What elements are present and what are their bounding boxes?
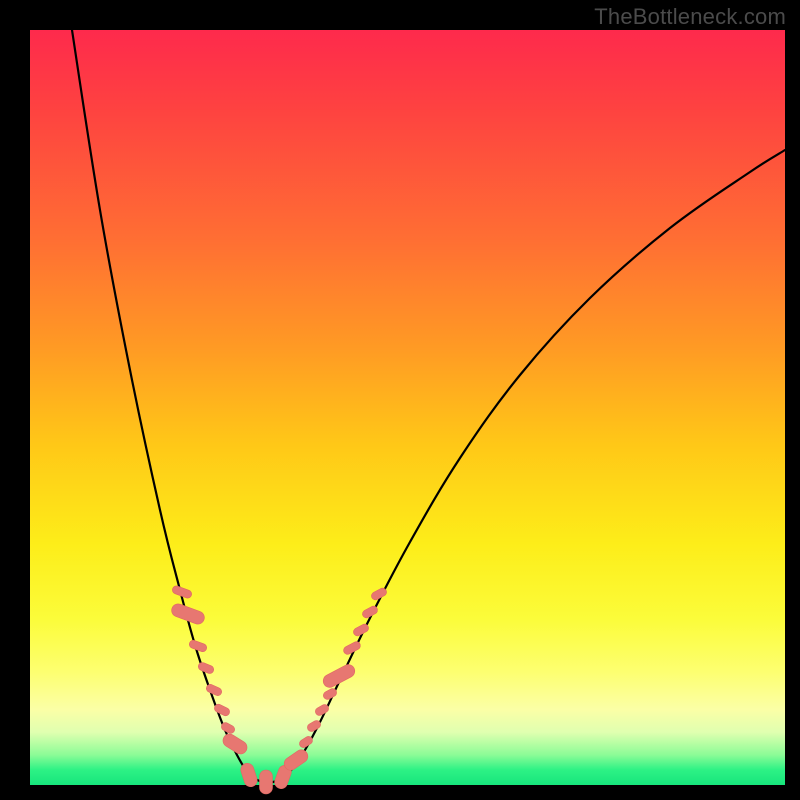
data-marker	[239, 762, 259, 789]
watermark-text: TheBottleneck.com	[594, 4, 786, 30]
curve-svg	[30, 30, 785, 785]
data-marker	[188, 639, 208, 653]
chart-frame: TheBottleneck.com	[0, 0, 800, 800]
bottleneck-curve	[72, 30, 785, 783]
data-marker	[197, 661, 215, 674]
data-markers	[170, 585, 388, 794]
plot-area	[30, 30, 785, 785]
data-marker	[260, 770, 273, 794]
data-marker	[213, 703, 231, 717]
data-marker	[205, 683, 223, 697]
data-marker	[321, 662, 357, 689]
